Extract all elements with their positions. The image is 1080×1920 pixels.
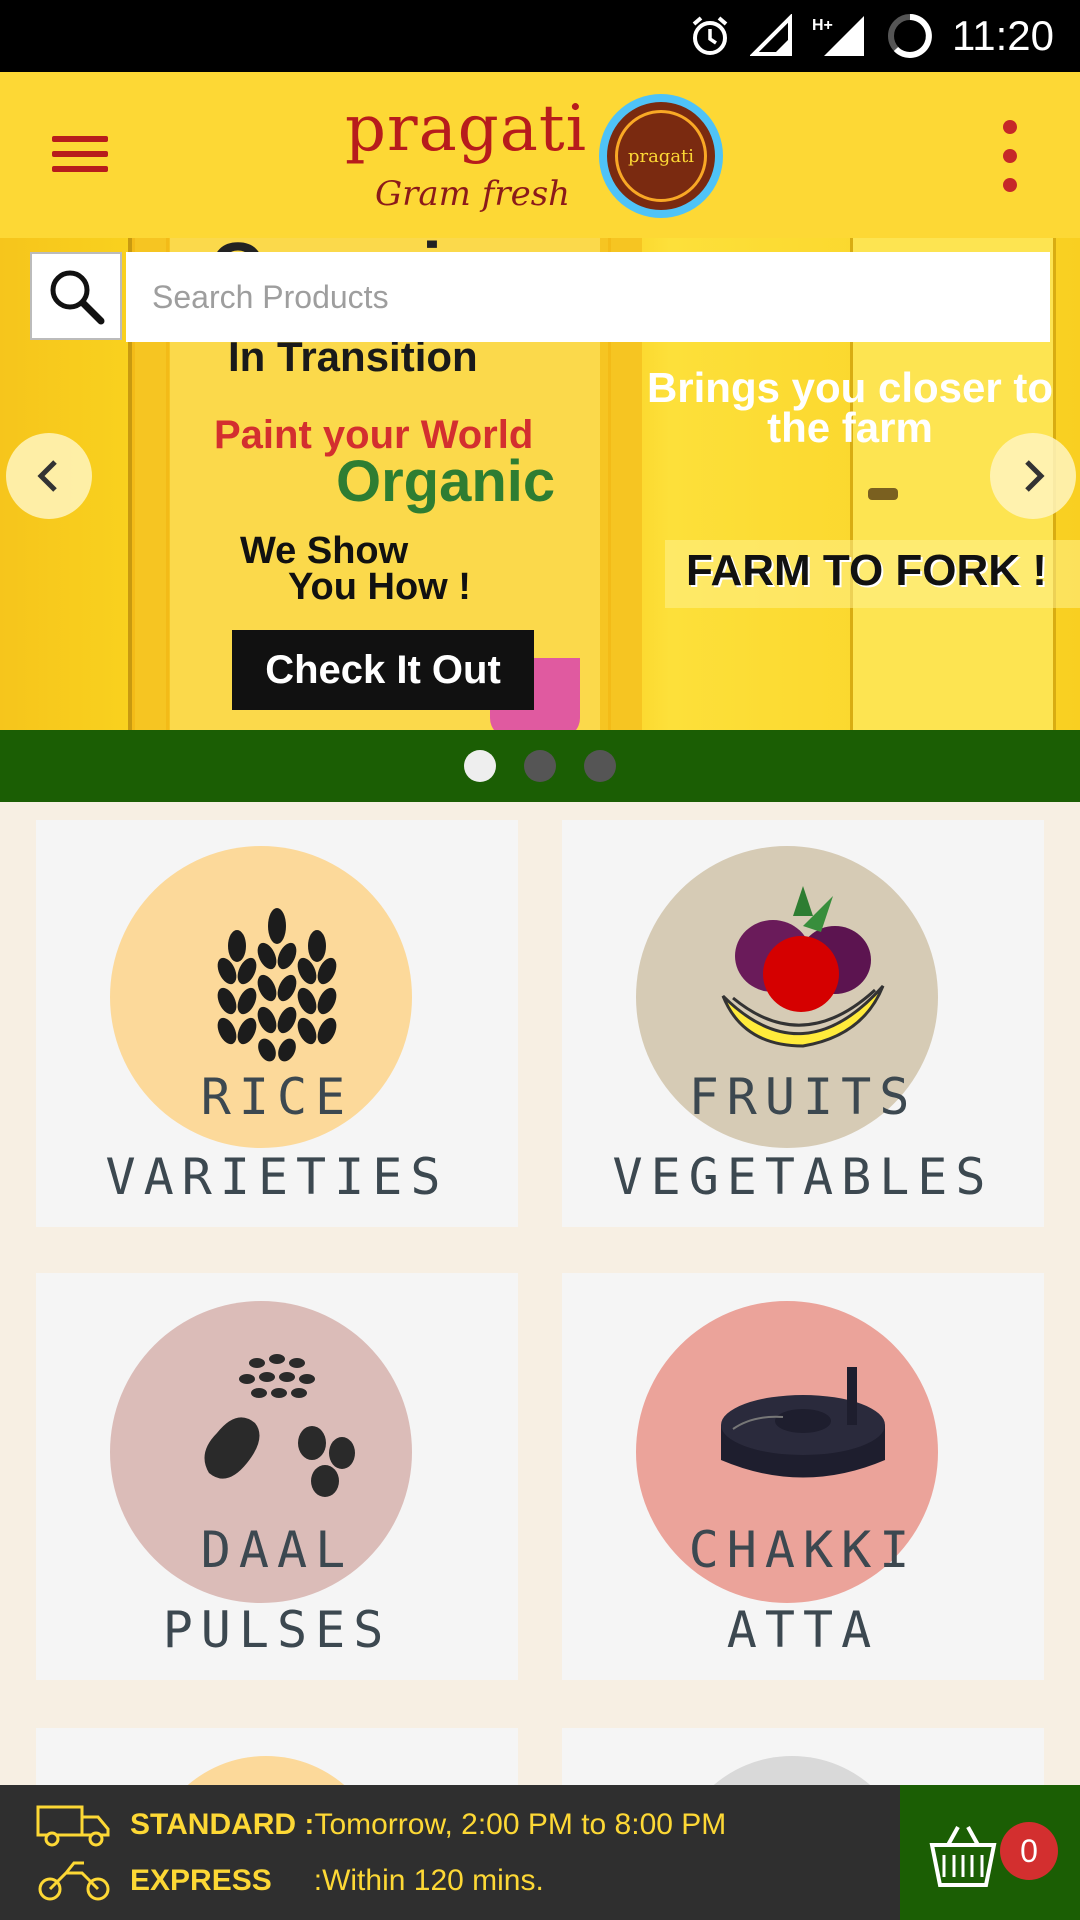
category-title: RICE bbox=[200, 1068, 354, 1126]
carousel-next-button[interactable] bbox=[990, 433, 1076, 519]
carousel-dot-3[interactable] bbox=[584, 750, 616, 782]
app-bar: pragati Gram fresh pragati bbox=[0, 72, 1080, 238]
category-title: CHAKKI bbox=[688, 1521, 918, 1579]
category-card-fruits[interactable]: FRUITS VEGETABLES bbox=[562, 820, 1044, 1227]
signal-hplus-icon: H+ bbox=[812, 14, 868, 58]
category-circle bbox=[672, 1756, 912, 1785]
logo-subtitle: Gram fresh bbox=[375, 174, 571, 214]
beans-icon bbox=[36, 1353, 518, 1503]
cart-count-badge: 0 bbox=[1000, 1822, 1058, 1880]
category-circle bbox=[146, 1756, 386, 1785]
delivery-info-bar: STANDARD : Tomorrow, 2:00 PM to 8:00 PM … bbox=[0, 1785, 900, 1920]
banner-you-how: You How ! bbox=[288, 566, 471, 608]
banner-organic-line: Organic bbox=[336, 449, 556, 514]
category-subtitle: ATTA bbox=[726, 1601, 880, 1659]
category-card-partial[interactable] bbox=[36, 1728, 518, 1785]
category-subtitle: VEGETABLES bbox=[612, 1148, 994, 1206]
door-knob bbox=[868, 488, 898, 500]
logo-title: pragati bbox=[345, 92, 588, 166]
category-title: FRUITS bbox=[688, 1068, 918, 1126]
alarm-icon bbox=[688, 14, 732, 58]
logo-seal: pragati bbox=[599, 94, 723, 218]
category-subtitle: VARIETIES bbox=[105, 1148, 449, 1206]
menu-icon[interactable] bbox=[52, 136, 108, 172]
basket-icon bbox=[929, 1826, 997, 1887]
wheat-icon bbox=[36, 896, 518, 1066]
search-icon bbox=[50, 270, 105, 325]
express-delivery-row: EXPRESS :Within 120 mins. bbox=[36, 1859, 544, 1903]
category-card-rice[interactable]: RICE VARIETIES bbox=[36, 820, 518, 1227]
standard-label: STANDARD : bbox=[130, 1808, 315, 1841]
search-input[interactable] bbox=[126, 252, 1050, 342]
carousel-indicator bbox=[0, 730, 1080, 802]
svg-text:H+: H+ bbox=[812, 17, 833, 34]
grinder-icon bbox=[562, 1365, 1044, 1505]
express-label: EXPRESS bbox=[130, 1864, 272, 1897]
banner-slogan: FARM TO FORK ! bbox=[686, 546, 1047, 595]
signal-roaming-icon bbox=[750, 14, 794, 58]
category-card-daal[interactable]: DAAL PULSES bbox=[36, 1273, 518, 1680]
search-bar bbox=[30, 252, 1050, 342]
chevron-left-icon bbox=[37, 460, 57, 492]
express-value: :Within 120 mins. bbox=[313, 1864, 544, 1897]
clock-time: 11:20 bbox=[952, 12, 1054, 59]
chevron-right-icon bbox=[1025, 460, 1045, 492]
motorbike-icon bbox=[38, 1861, 110, 1901]
search-button[interactable] bbox=[30, 252, 122, 340]
brand-logo[interactable]: pragati Gram fresh pragati bbox=[345, 82, 730, 232]
standard-delivery-row: STANDARD : Tomorrow, 2:00 PM to 8:00 PM bbox=[36, 1803, 726, 1847]
overflow-menu-icon[interactable] bbox=[1003, 120, 1023, 192]
category-card-chakki[interactable]: CHAKKI ATTA bbox=[562, 1273, 1044, 1680]
status-bar: H+ 11:20 bbox=[0, 0, 1080, 72]
carousel-prev-button[interactable] bbox=[6, 433, 92, 519]
category-card-partial[interactable] bbox=[562, 1728, 1044, 1785]
standard-value: Tomorrow, 2:00 PM to 8:00 PM bbox=[314, 1808, 727, 1841]
carousel-dot-2[interactable] bbox=[524, 750, 556, 782]
banner-tagline: Brings you closer to the farm bbox=[646, 364, 1054, 451]
category-subtitle: PULSES bbox=[162, 1601, 392, 1659]
carousel-dot-1[interactable] bbox=[464, 750, 496, 782]
category-title: DAAL bbox=[200, 1521, 354, 1579]
battery-icon bbox=[886, 12, 934, 60]
logo-seal-text: pragati bbox=[615, 110, 707, 202]
check-it-out-button[interactable]: Check It Out bbox=[232, 630, 534, 710]
truck-icon bbox=[36, 1805, 110, 1847]
fruit-basket-icon bbox=[562, 886, 1044, 1056]
